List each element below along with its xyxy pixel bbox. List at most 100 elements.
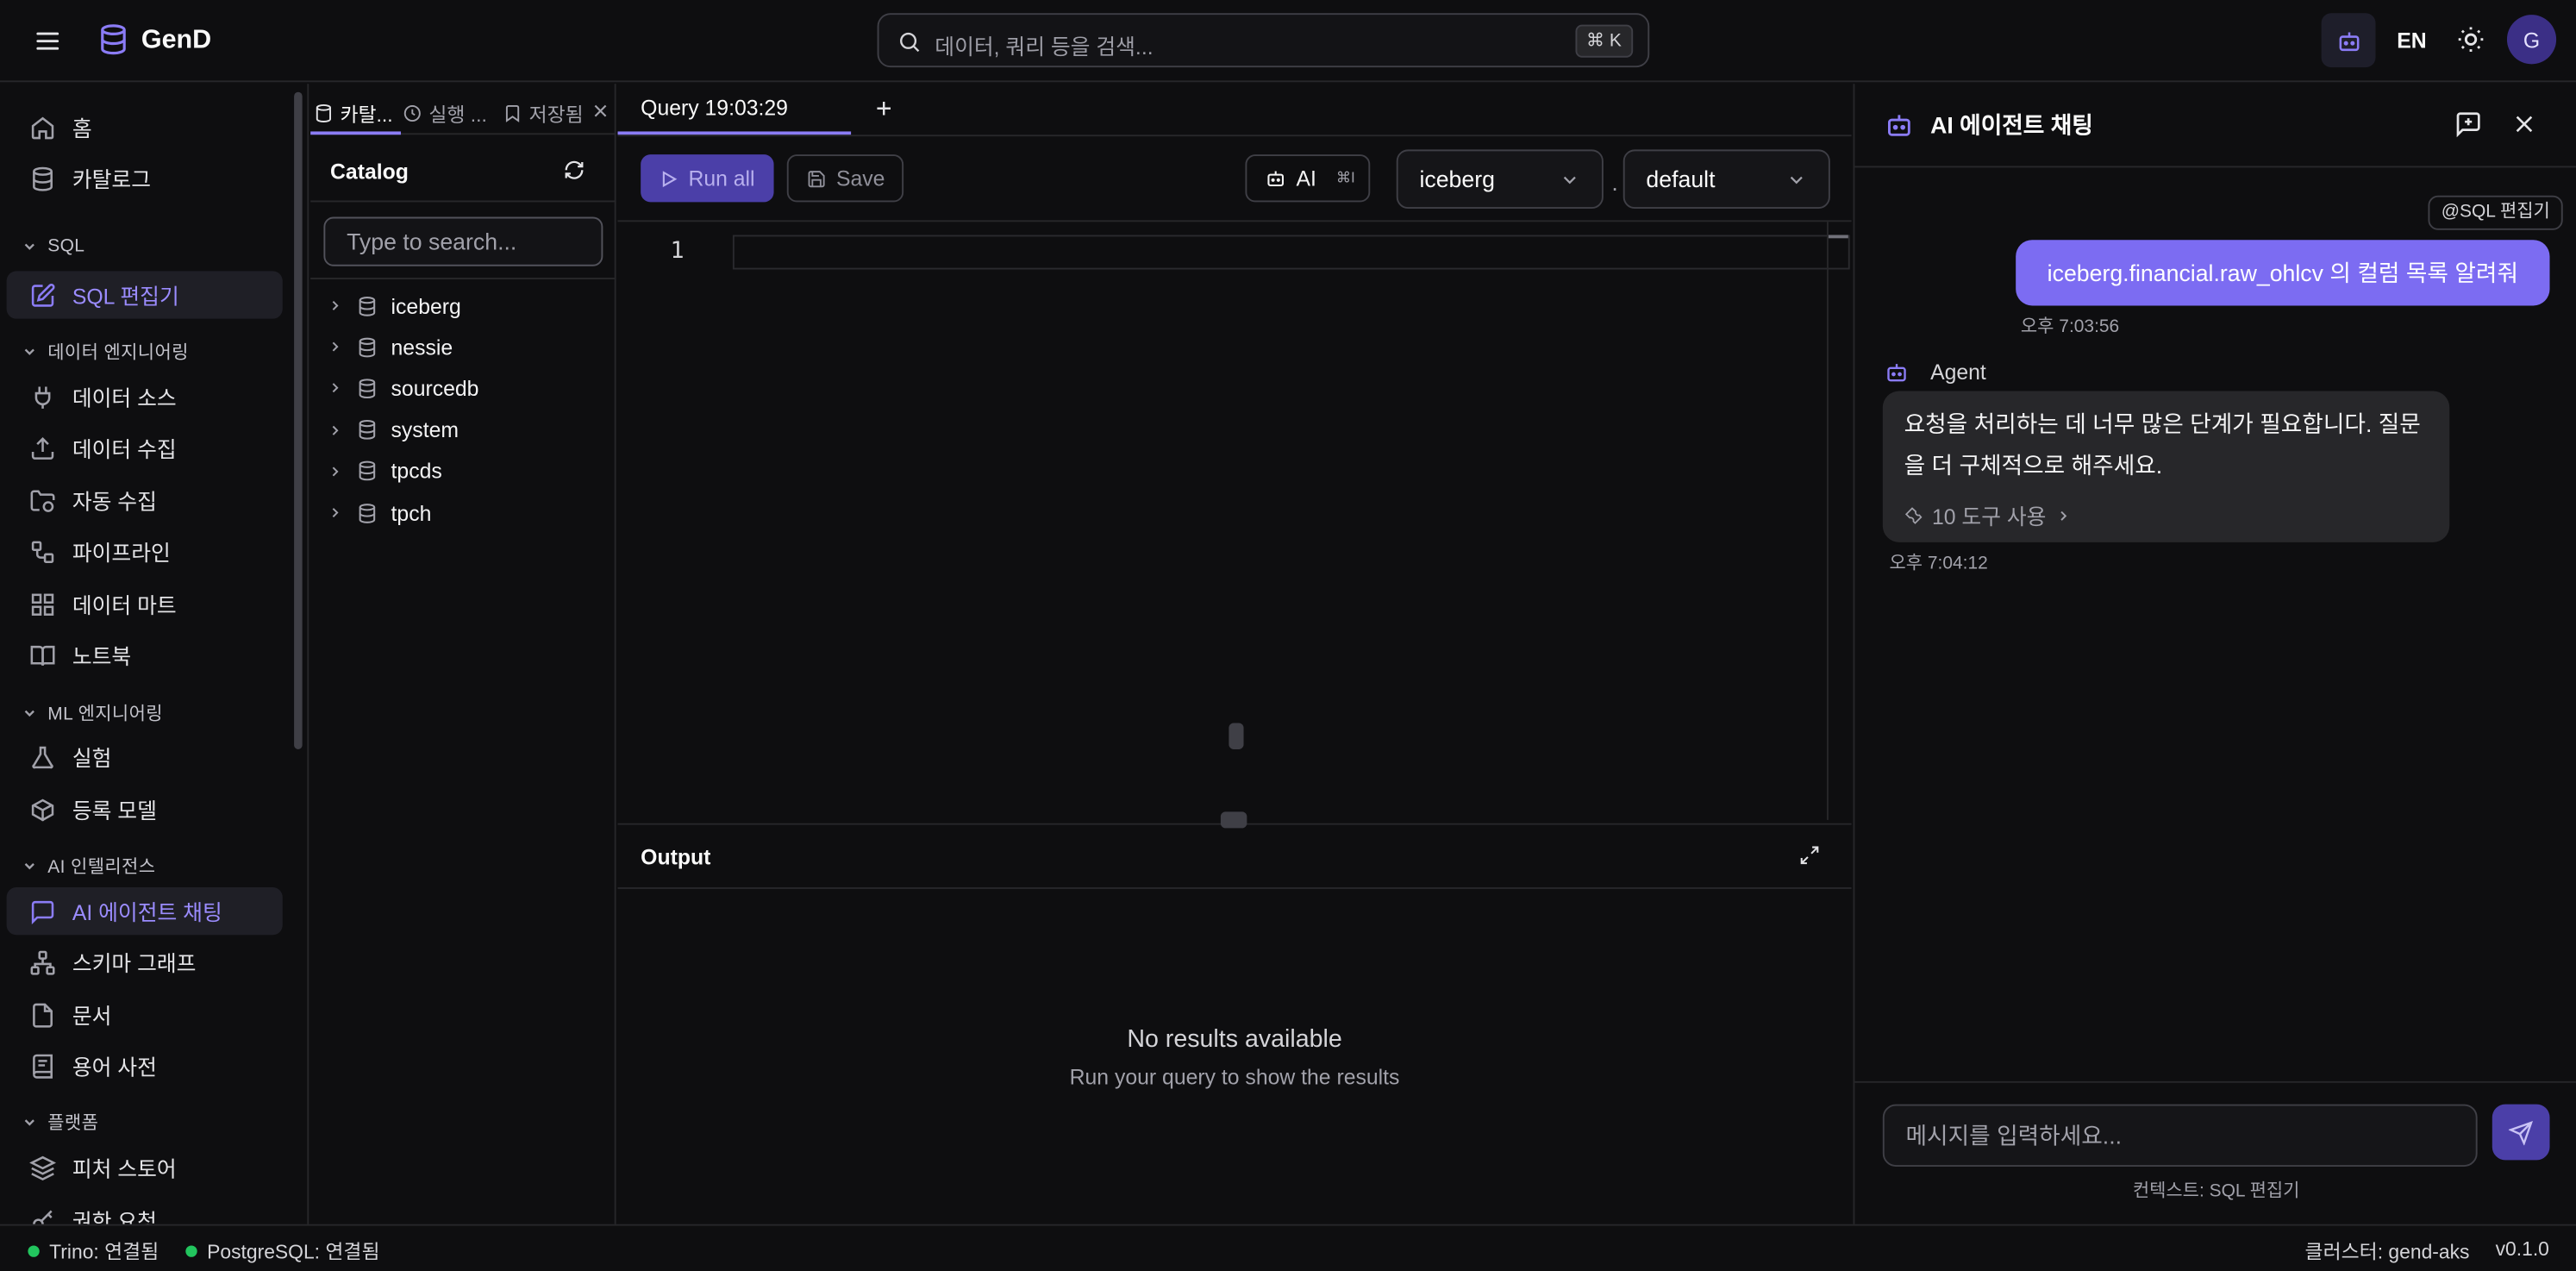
- book-icon: [29, 642, 55, 667]
- sidebar-item-label: 데이터 마트: [72, 592, 177, 618]
- tab-catalog[interactable]: 카탈...: [314, 94, 393, 134]
- tree-item-label: sourcedb: [391, 376, 479, 401]
- plus-icon[interactable]: [872, 97, 896, 120]
- wrench-icon: [1904, 506, 1923, 523]
- divider: [617, 887, 1852, 889]
- sidebar-item-data-mart[interactable]: 데이터 마트: [7, 580, 283, 628]
- sidebar-scrollbar[interactable]: [294, 91, 303, 749]
- section-data-engineering[interactable]: 데이터 엔지니어링: [22, 339, 189, 365]
- save-button[interactable]: Save: [786, 154, 904, 203]
- app-root: GenD 데이터, 쿼리 등을 검색... ⌘ K EN G 홈 카탈로그 SQ…: [0, 0, 2576, 1271]
- tree-item-label: tpch: [391, 500, 432, 525]
- language-toggle[interactable]: EN: [2397, 28, 2426, 53]
- catalog-select[interactable]: iceberg: [1396, 149, 1604, 210]
- chat-message-input[interactable]: [1882, 1104, 2478, 1167]
- package-icon: [29, 796, 55, 822]
- sidebar-item-catalog[interactable]: 카탈로그: [7, 154, 283, 202]
- tab-saved[interactable]: 저장됨: [503, 94, 584, 134]
- database-icon: [357, 336, 378, 358]
- plug-icon: [29, 384, 55, 410]
- output-resize-handle[interactable]: [1220, 811, 1247, 829]
- ai-assist-button[interactable]: AI ⌘I: [1245, 154, 1371, 203]
- agent-label: Agent: [1930, 360, 1986, 385]
- sidebar-item-home[interactable]: 홈: [7, 103, 283, 151]
- sidebar-item-label: 자동 수집: [72, 489, 157, 515]
- expand-icon[interactable]: [1799, 844, 1821, 866]
- sidebar-item-label: SQL 편집기: [72, 284, 179, 310]
- select-value: default: [1646, 166, 1716, 192]
- chevron-down-icon: [1559, 169, 1580, 191]
- tab-query[interactable]: Query 19:03:29: [618, 84, 852, 135]
- sidebar-item-ai-agent-chat[interactable]: AI 에이전트 채팅: [6, 887, 283, 936]
- divider: [1854, 166, 2576, 168]
- minimap[interactable]: [1827, 222, 1829, 820]
- database-icon: [357, 502, 378, 523]
- sidebar-item-pipeline[interactable]: 파이프라인: [7, 528, 283, 575]
- panel-resize-handle[interactable]: [1229, 723, 1244, 749]
- sidebar-item-feature-store[interactable]: 피처 스토어: [7, 1143, 283, 1191]
- sidebar-item-notebook[interactable]: 노트북: [7, 631, 283, 679]
- layers-icon: [29, 1155, 56, 1180]
- schema-select[interactable]: default: [1623, 149, 1830, 210]
- catalog-search-input[interactable]: [323, 216, 603, 266]
- close-icon[interactable]: [2512, 112, 2537, 137]
- message-timestamp: 오후 7:03:56: [2020, 316, 2120, 337]
- tree-item[interactable]: tpcds: [327, 454, 442, 490]
- tree-item[interactable]: system: [327, 412, 459, 448]
- sidebar-item-data-source[interactable]: 데이터 소스: [7, 373, 283, 421]
- section-platform[interactable]: 플랫폼: [22, 1109, 99, 1135]
- status-postgres: PostgreSQL: 연결됨: [185, 1237, 379, 1265]
- run-all-button[interactable]: Run all: [641, 154, 774, 203]
- avatar[interactable]: G: [2506, 15, 2557, 65]
- tree-item[interactable]: sourcedb: [327, 371, 478, 407]
- book-text-icon: [29, 1053, 55, 1079]
- clock-icon: [403, 104, 421, 122]
- section-ml-engineering[interactable]: ML 엔지니어링: [22, 700, 163, 726]
- sun-icon[interactable]: [2456, 25, 2485, 54]
- sidebar-item-docs[interactable]: 문서: [7, 991, 283, 1038]
- tree-item[interactable]: iceberg: [327, 287, 461, 323]
- save-icon: [808, 170, 825, 187]
- sidebar-item-label: 등록 모델: [72, 798, 157, 823]
- section-ai-intelligence[interactable]: AI 인텔리전스: [22, 853, 156, 879]
- empty-state-title: No results available: [1127, 1025, 1342, 1054]
- bot-icon: [1885, 110, 1914, 140]
- refresh-icon[interactable]: [564, 160, 585, 181]
- sidebar-item-data-ingest[interactable]: 데이터 수집: [7, 424, 283, 472]
- select-separator: .: [1611, 169, 1618, 196]
- line-number: 1: [670, 238, 685, 265]
- sidebar-item-label: 권한 요청: [72, 1209, 157, 1224]
- button-label: AI: [1296, 166, 1316, 191]
- database-logo-icon: [97, 23, 129, 56]
- tree-item[interactable]: nessie: [327, 329, 453, 365]
- sidebar-item-registered-models[interactable]: 등록 모델: [7, 786, 283, 833]
- send-button[interactable]: [2492, 1104, 2550, 1161]
- search-placeholder: 데이터, 쿼리 등을 검색...: [935, 34, 1154, 59]
- code-editor-line[interactable]: [732, 235, 1850, 270]
- sidebar-item-sql-editor[interactable]: SQL 편집기: [6, 271, 283, 319]
- status-bar: Trino: 연결됨 PostgreSQL: 연결됨 클러스터: gend-ak…: [0, 1224, 2576, 1271]
- file-icon: [29, 1001, 55, 1027]
- editor-area: Query 19:03:29 Run all Save AI ⌘I iceber…: [617, 84, 1852, 1224]
- menu-icon[interactable]: [33, 26, 62, 55]
- close-icon[interactable]: [591, 102, 610, 120]
- divider: [1854, 1080, 2576, 1083]
- section-sql[interactable]: SQL: [22, 236, 85, 256]
- app-name[interactable]: GenD: [141, 26, 211, 55]
- tools-used-toggle[interactable]: 10 도구 사용: [1904, 499, 2071, 530]
- tab-history[interactable]: 실행 ...: [403, 94, 487, 134]
- sidebar-item-permission-request[interactable]: 권한 요청: [7, 1196, 283, 1224]
- top-bar: GenD 데이터, 쿼리 등을 검색... ⌘ K EN G: [0, 0, 2576, 83]
- network-icon: [29, 949, 55, 974]
- tree-item[interactable]: tpch: [327, 495, 431, 531]
- global-search[interactable]: 데이터, 쿼리 등을 검색... ⌘ K: [877, 13, 1650, 68]
- sidebar-item-experiments[interactable]: 실험: [7, 733, 283, 780]
- new-chat-icon[interactable]: [2454, 110, 2482, 138]
- chevron-down-icon: [24, 1119, 34, 1126]
- sidebar-item-glossary[interactable]: 용어 사전: [7, 1042, 283, 1089]
- sidebar-item-auto-ingest[interactable]: 자동 수집: [7, 477, 283, 524]
- sidebar-item-label: 피처 스토어: [72, 1156, 177, 1182]
- sidebar-item-schema-graph[interactable]: 스키마 그래프: [7, 938, 283, 986]
- chevron-right-icon: [327, 463, 343, 479]
- bot-icon[interactable]: [2321, 13, 2376, 68]
